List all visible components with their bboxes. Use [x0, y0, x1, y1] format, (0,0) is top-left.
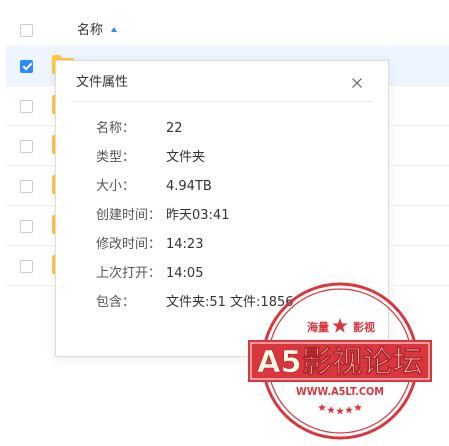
name-column-header[interactable]: 名称 [77, 23, 118, 39]
star-icon [345, 406, 353, 414]
row-checkbox[interactable] [20, 219, 33, 233]
property-label: 包含： [96, 295, 136, 310]
property-label: 大小： [96, 179, 136, 194]
property-row-last-opened: 上次打开： 14:05 [96, 259, 366, 288]
property-label: 修改时间： [96, 237, 162, 252]
star-icon [327, 406, 335, 414]
property-label: 上次打开： [96, 266, 162, 281]
file-manager-window: 名称 文件属性 名称： 22 类型： 文件夹 大小： 4.94TB 创建时间： … [0, 0, 449, 446]
seal-star-row [318, 403, 362, 415]
row-checkbox[interactable] [20, 59, 33, 73]
select-all-checkbox[interactable] [20, 24, 33, 37]
property-row-type: 类型： 文件夹 [96, 143, 366, 172]
file-properties-dialog: 文件属性 名称： 22 类型： 文件夹 大小： 4.94TB 创建时间： 昨天0… [55, 60, 389, 357]
property-row-contains: 包含： 文件夹:51 文件:1856 [96, 288, 366, 317]
property-row-created: 创建时间： 昨天03:41 [96, 201, 366, 230]
name-column-label: 名称 [77, 23, 104, 38]
seal-url-text: WWW.A5LT.COM [296, 386, 384, 398]
property-row-name: 名称： 22 [96, 114, 366, 143]
dialog-title: 文件属性 [76, 75, 129, 90]
property-row-modified: 修改时间： 14:23 [96, 230, 366, 259]
property-value: 4.94TB [166, 179, 212, 194]
property-label: 名称： [96, 121, 136, 136]
row-checkbox[interactable] [20, 139, 33, 153]
row-checkbox[interactable] [20, 259, 33, 273]
star-icon [354, 403, 362, 411]
row-checkbox[interactable] [20, 99, 33, 113]
close-icon[interactable] [352, 78, 362, 88]
star-icon [318, 403, 326, 411]
file-list-header: 名称 [6, 0, 449, 46]
row-checkbox[interactable] [20, 179, 33, 193]
star-icon [336, 407, 344, 415]
property-value: 14:23 [166, 237, 204, 252]
dialog-divider [71, 101, 373, 102]
property-value: 文件夹 [166, 150, 206, 165]
property-value: 22 [166, 121, 183, 136]
sort-ascending-icon[interactable] [111, 27, 118, 32]
property-value: 14:05 [166, 266, 204, 281]
property-row-size: 大小： 4.94TB [96, 172, 366, 201]
property-value: 文件夹:51 文件:1856 [166, 295, 294, 310]
property-label: 类型： [96, 150, 136, 165]
property-label: 创建时间： [96, 208, 162, 223]
property-list: 名称： 22 类型： 文件夹 大小： 4.94TB 创建时间： 昨天03:41 … [96, 114, 366, 317]
property-value: 昨天03:41 [166, 208, 230, 223]
